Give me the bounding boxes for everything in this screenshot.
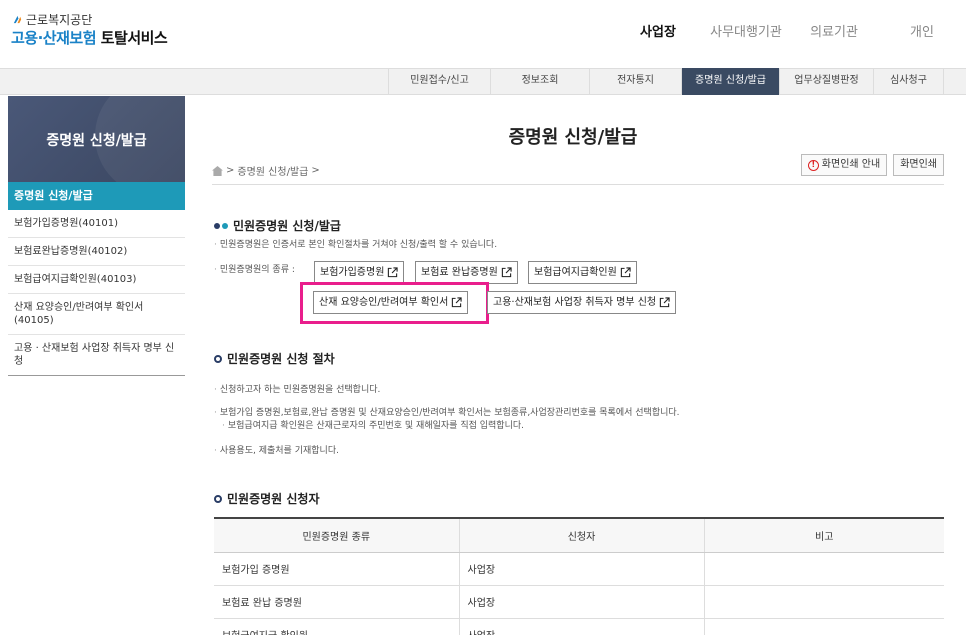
subnav-disease-judgment[interactable]: 업무상질병판정: [779, 68, 873, 95]
site-header: 근로복지공단 고용·산재보험 토탈서비스 사업장 사무대행기관 의료기관 개인: [0, 0, 966, 68]
cert-acquirer-list-label: 고용·산재보험 사업장 취득자 명부 신청: [493, 297, 657, 308]
org-logo[interactable]: 근로복지공단: [12, 11, 92, 28]
divider: [212, 184, 944, 185]
applicant-table: 민원증명원 종류 신청자 비고 보험가입 증명원 사업장 보험료 완납 증명원 …: [214, 517, 944, 635]
table-header: 비고: [703, 518, 944, 553]
table-cell: [703, 552, 944, 586]
sidebar-active-item[interactable]: 증명원 신청/발급: [8, 182, 185, 210]
procedure-step: 신청하고자 하는 민원증명원을 선택합니다.: [214, 384, 381, 397]
sidebar-banner-title: 증명원 신청/발급: [46, 133, 147, 149]
table-row: 보험료 완납 증명원 사업장: [214, 585, 944, 619]
external-link-icon: [388, 267, 399, 278]
section-procedure-title: 민원증명원 신청 절차: [214, 350, 335, 367]
procedure-step: 사용용도, 제출처를 기재합니다.: [214, 445, 339, 458]
table-cell: 사업장: [458, 618, 704, 635]
section-application-title: 민원증명원 신청/발급: [214, 217, 341, 234]
table-row: 보험급여지급 확인원 사업장: [214, 618, 944, 635]
cert-care-approval-label: 산재 요양승인/반려여부 확인서: [319, 297, 449, 308]
table-row: 보험가입 증명원 사업장: [214, 552, 944, 586]
cert-care-approval-button[interactable]: 산재 요양승인/반려여부 확인서: [313, 291, 469, 314]
double-dot-icon: [214, 222, 228, 229]
external-link-icon: [659, 297, 670, 308]
cert-payment-label: 보험료 완납증명원: [421, 267, 498, 278]
subnav-info-lookup[interactable]: 정보조회: [490, 68, 589, 95]
sidebar-item-acquirer-list[interactable]: 고용 · 산재보험 사업장 취득자 명부 신청: [8, 335, 185, 375]
section-applicant-title: 민원증명원 신청자: [214, 490, 320, 507]
top-nav-agency[interactable]: 사무대행기관: [702, 21, 790, 40]
print-guide-label: 화면인쇄 안내: [821, 159, 881, 170]
breadcrumb: > 증명원 신청/발급 >: [212, 163, 320, 178]
external-link-icon: [452, 297, 462, 308]
sidebar-item-insurance-cert[interactable]: 보험가입증명원(40101): [8, 210, 185, 238]
section-application-heading: 민원증명원 신청/발급: [233, 219, 341, 233]
table-cell: [703, 618, 944, 635]
site-title-part1: 고용·산재보험: [11, 29, 97, 47]
page-title: 증명원 신청/발급: [508, 127, 638, 148]
section-application-desc: 민원증명원은 인증서로 본인 확인절차를 거쳐야 신청/출력 할 수 있습니다.: [214, 239, 497, 252]
section-procedure-heading: 민원증명원 신청 절차: [227, 352, 335, 366]
table-cell: 보험가입 증명원: [214, 552, 459, 586]
top-nav-personal[interactable]: 개인: [878, 21, 966, 40]
top-nav-medical[interactable]: 의료기관: [790, 21, 878, 40]
breadcrumb-current[interactable]: 증명원 신청/발급: [237, 163, 308, 178]
print-guide-button[interactable]: ! 화면인쇄 안내: [800, 154, 888, 176]
top-nav-workplace[interactable]: 사업장: [614, 21, 702, 40]
print-button[interactable]: 화면인쇄: [893, 154, 944, 176]
site-title[interactable]: 고용·산재보험 토탈서비스: [11, 27, 168, 48]
subnav-e-notice[interactable]: 전자통지: [589, 68, 681, 95]
external-link-icon: [501, 267, 512, 278]
procedure-step: 보험가입 증명원,보험료,완납 증명원 및 산재요양승인/반려여부 확인서는 보…: [214, 407, 680, 420]
table-cell: 사업장: [458, 552, 704, 586]
sub-nav: 민원접수/신고 정보조회 전자통지 증명원 신청/발급 업무상질병판정 심사청구: [0, 68, 966, 95]
site-title-part2: 토탈서비스: [100, 29, 168, 47]
cert-insurance-button[interactable]: 보험가입증명원: [314, 261, 405, 284]
subnav-appeal[interactable]: 심사청구: [873, 68, 944, 95]
table-cell: 보험료 완납 증명원: [214, 585, 459, 619]
cert-types-label: 민원증명원의 종류 :: [214, 264, 295, 277]
cert-payment-button[interactable]: 보험료 완납증명원: [415, 261, 518, 284]
ring-bullet-icon: [214, 354, 222, 363]
sidebar-banner: 증명원 신청/발급: [8, 96, 185, 182]
section-applicant-heading: 민원증명원 신청자: [227, 492, 320, 506]
org-name: 근로복지공단: [26, 13, 93, 27]
sidebar-item-benefit-cert[interactable]: 보험급여지급확인원(40103): [8, 266, 185, 294]
cert-insurance-label: 보험가입증명원: [320, 267, 385, 278]
table-cell: 보험급여지급 확인원: [214, 618, 459, 635]
sidebar-item-payment-cert[interactable]: 보험료완납증명원(40102): [8, 238, 185, 266]
table-header: 신청자: [458, 518, 704, 553]
sidebar: 증명원 신청/발급 증명원 신청/발급 보험가입증명원(40101) 보험료완납…: [8, 96, 185, 376]
top-nav: 사업장 사무대행기관 의료기관 개인: [614, 21, 966, 40]
external-link-icon: [620, 267, 631, 278]
subnav-civil-application[interactable]: 민원접수/신고: [388, 68, 490, 95]
cert-acquirer-list-button[interactable]: 고용·산재보험 사업장 취득자 명부 신청: [487, 291, 677, 314]
breadcrumb-sep: >: [226, 165, 235, 176]
subnav-certificate[interactable]: 증명원 신청/발급: [681, 68, 779, 95]
home-icon[interactable]: [212, 165, 223, 176]
table-cell: [703, 585, 944, 619]
procedure-step-cont: 보험급여지급 확인원은 산재근로자의 주민번호 및 재해일자를 직접 입력합니다…: [214, 420, 524, 433]
print-buttons: ! 화면인쇄 안내 화면인쇄: [800, 154, 944, 176]
table-cell: 사업장: [458, 585, 704, 619]
sidebar-item-care-approval[interactable]: 산재 요양승인/반려여부 확인서 (40105): [8, 294, 185, 335]
table-header: 민원증명원 종류: [214, 518, 459, 553]
breadcrumb-sep-end: >: [311, 165, 320, 176]
cert-benefit-label: 보험급여지급확인원: [534, 267, 617, 278]
org-logo-icon: [13, 15, 22, 24]
cert-benefit-button[interactable]: 보험급여지급확인원: [528, 261, 637, 284]
warning-icon: !: [807, 159, 819, 171]
ring-bullet-icon: [214, 494, 222, 503]
